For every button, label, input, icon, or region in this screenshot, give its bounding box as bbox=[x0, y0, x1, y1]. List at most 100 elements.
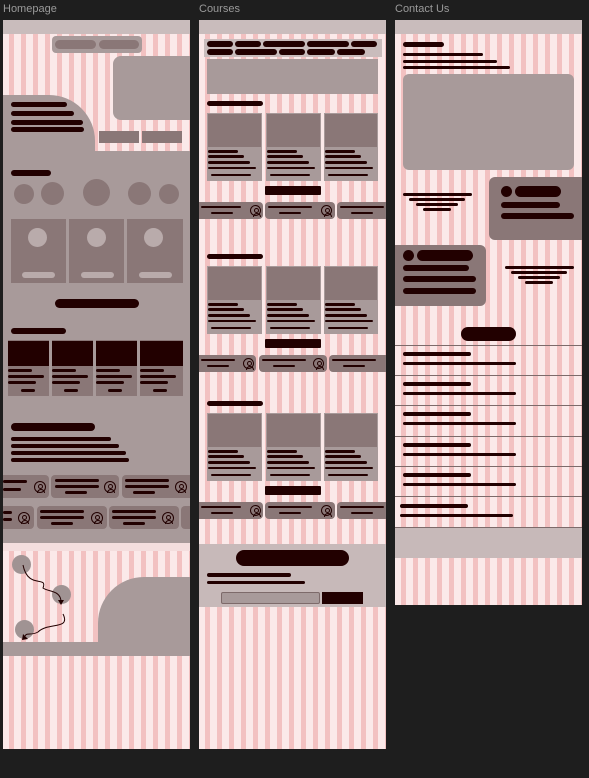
subscribe-button[interactable] bbox=[322, 592, 363, 604]
avatar bbox=[87, 228, 106, 247]
course-thumb bbox=[8, 341, 49, 366]
avatar bbox=[144, 228, 163, 247]
filter-chip[interactable] bbox=[207, 49, 233, 55]
course-thumb bbox=[208, 414, 261, 447]
contact-frame bbox=[395, 20, 582, 605]
faq-question[interactable] bbox=[403, 382, 471, 386]
category-circle[interactable] bbox=[128, 182, 151, 205]
review-card[interactable] bbox=[337, 502, 386, 519]
filter-chip[interactable] bbox=[351, 41, 377, 47]
testimonials-heading bbox=[11, 423, 95, 431]
course-thumb bbox=[52, 341, 93, 366]
user-icon bbox=[162, 512, 174, 524]
filter-chip[interactable] bbox=[207, 41, 233, 47]
courses-frame bbox=[199, 20, 386, 749]
map-image bbox=[403, 74, 574, 170]
divider bbox=[395, 496, 582, 497]
faq-question[interactable] bbox=[403, 473, 471, 477]
user-icon bbox=[313, 358, 324, 370]
phone-icon bbox=[403, 250, 414, 261]
course-thumb bbox=[267, 114, 320, 147]
newsletter-heading bbox=[236, 550, 349, 566]
user-icon bbox=[250, 505, 261, 517]
see-more-button[interactable] bbox=[265, 486, 321, 495]
filter-chip[interactable] bbox=[307, 49, 335, 55]
header-bar bbox=[395, 20, 582, 34]
filter-chip[interactable] bbox=[235, 41, 261, 47]
user-icon bbox=[321, 205, 332, 217]
faq-question[interactable] bbox=[403, 352, 471, 356]
course-thumb bbox=[325, 414, 377, 447]
faq-question[interactable] bbox=[403, 443, 471, 447]
section-heading bbox=[207, 401, 263, 406]
course-thumb bbox=[208, 267, 261, 300]
filter-chip[interactable] bbox=[235, 49, 277, 55]
user-icon bbox=[18, 512, 30, 524]
user-icon bbox=[34, 481, 46, 493]
category-circle[interactable] bbox=[159, 184, 179, 204]
header-bar bbox=[3, 20, 190, 34]
course-thumb bbox=[96, 341, 137, 366]
category-circle[interactable] bbox=[14, 184, 34, 204]
divider bbox=[395, 405, 582, 406]
homepage-frame bbox=[3, 20, 190, 749]
course-thumb bbox=[140, 341, 183, 366]
hero-heading-line bbox=[11, 102, 67, 107]
course-thumb bbox=[267, 414, 320, 447]
view-all-button[interactable] bbox=[55, 299, 139, 308]
user-icon bbox=[91, 512, 103, 524]
filter-chip[interactable] bbox=[307, 41, 349, 47]
user-icon bbox=[321, 505, 332, 517]
courses-heading bbox=[11, 328, 66, 334]
footer-band bbox=[395, 528, 582, 558]
hero-button-2[interactable] bbox=[142, 131, 182, 143]
faq-heading bbox=[461, 327, 516, 341]
frame-label-contact: Contact Us bbox=[395, 3, 450, 15]
filter-chip[interactable] bbox=[337, 49, 365, 55]
hero-text-line bbox=[11, 120, 83, 125]
see-more-button[interactable] bbox=[265, 186, 321, 195]
card-label bbox=[81, 272, 114, 278]
user-icon bbox=[243, 358, 254, 370]
avatar bbox=[28, 228, 47, 247]
course-thumb bbox=[208, 114, 261, 147]
nav-item-2[interactable] bbox=[99, 40, 139, 49]
nav-item-1[interactable] bbox=[55, 40, 96, 49]
review-card[interactable] bbox=[329, 355, 386, 372]
category-circle[interactable] bbox=[41, 182, 64, 205]
review-card[interactable] bbox=[337, 202, 386, 219]
categories-heading bbox=[11, 170, 51, 176]
card-label bbox=[139, 272, 172, 278]
page-title bbox=[403, 42, 444, 47]
frame-label-courses: Courses bbox=[199, 3, 240, 15]
faq-question[interactable] bbox=[400, 504, 468, 508]
divider bbox=[395, 436, 582, 437]
user-icon bbox=[175, 481, 187, 493]
category-circle[interactable] bbox=[83, 179, 110, 206]
filter-chip[interactable] bbox=[279, 49, 305, 55]
hero-text-line bbox=[11, 127, 84, 132]
filter-chip[interactable] bbox=[263, 41, 305, 47]
hero-image bbox=[113, 56, 190, 120]
user-icon bbox=[250, 205, 261, 217]
hero-button-1[interactable] bbox=[99, 131, 139, 143]
header-bar bbox=[199, 20, 386, 34]
card-label bbox=[22, 272, 55, 278]
frame-label-homepage: Homepage bbox=[3, 3, 57, 15]
hero-text-line bbox=[11, 111, 74, 116]
divider bbox=[395, 466, 582, 467]
email-field[interactable] bbox=[221, 592, 320, 604]
course-thumb bbox=[267, 267, 320, 300]
see-more-button[interactable] bbox=[265, 339, 321, 348]
section-heading bbox=[207, 254, 263, 259]
section-heading bbox=[207, 101, 263, 106]
banner-image bbox=[207, 59, 378, 94]
divider bbox=[395, 375, 582, 376]
course-thumb bbox=[325, 267, 377, 300]
arrow-icon bbox=[22, 564, 66, 640]
location-icon bbox=[501, 186, 512, 197]
divider bbox=[395, 345, 582, 346]
user-icon bbox=[104, 481, 116, 493]
course-thumb bbox=[325, 114, 377, 147]
faq-question[interactable] bbox=[403, 412, 471, 416]
